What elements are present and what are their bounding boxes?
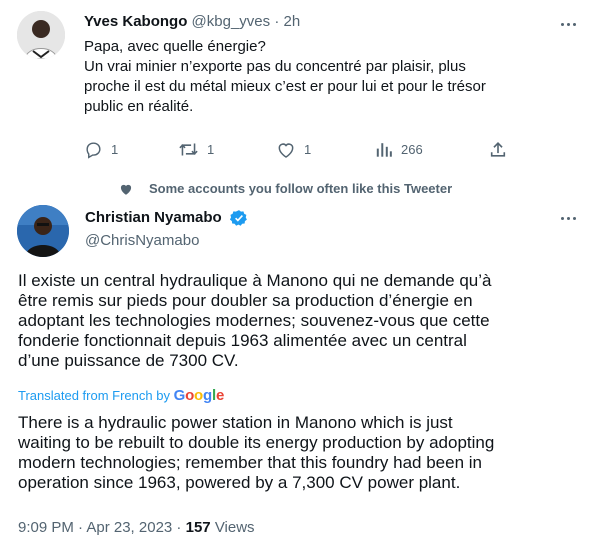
reply-time[interactable]: 2h: [283, 13, 300, 30]
share-button[interactable]: [489, 140, 507, 159]
main-author-name-row: Christian Nyamabo: [85, 209, 248, 227]
like-button[interactable]: 1: [276, 140, 311, 159]
original-text-line: Il existe un central hydraulique à Manon…: [18, 271, 492, 290]
like-icon: [276, 140, 296, 159]
google-logo: Google: [173, 387, 225, 404]
social-context: Some accounts you follow often like this…: [120, 181, 452, 196]
main-tweet-original-text: Il existe un central hydraulique à Manon…: [18, 271, 492, 371]
avatar-image: [17, 205, 69, 257]
share-icon: [489, 140, 507, 159]
main-author-handle[interactable]: @ChrisNyamabo: [85, 232, 199, 249]
reply-text-line: Un vrai minier n’exporte pas du concentr…: [84, 58, 466, 75]
tweet-timestamp[interactable]: 9:09 PM · Apr 23, 2023 ·: [18, 519, 181, 536]
reply-author-handle[interactable]: @kbg_yves: [192, 13, 271, 30]
verified-badge-icon: [229, 209, 248, 227]
translation-attribution: Translated from French by Google: [18, 387, 224, 404]
more-dot: [572, 22, 576, 26]
views-button[interactable]: 266: [375, 140, 423, 159]
avatar-yves-kabongo[interactable]: [17, 11, 65, 59]
more-dot: [566, 22, 570, 26]
avatar-image: [17, 11, 65, 59]
retweet-button[interactable]: 1: [178, 140, 214, 159]
retweet-icon: [178, 140, 199, 159]
reply-tweet-header: Yves Kabongo @kbg_yves · 2h: [84, 13, 300, 30]
translation-label[interactable]: Translated from French by: [18, 388, 170, 403]
translated-text-line: waiting to be rebuilt to double its ener…: [18, 433, 495, 452]
views-icon: [375, 140, 393, 159]
like-count: 1: [304, 142, 312, 157]
more-dot: [572, 216, 576, 220]
original-text-line: être remis sur pieds pour doubler sa pro…: [18, 291, 473, 310]
views-count: 266: [401, 142, 423, 157]
reply-text-line: proche il est du métal mieux c’est er po…: [84, 78, 486, 95]
more-dot: [560, 22, 564, 26]
original-text-line: d’une puissance de 7300 CV.: [18, 351, 239, 370]
original-text-line: adoptant les technologies modernes; souv…: [18, 311, 490, 330]
more-dot: [560, 216, 564, 220]
reply-more-button[interactable]: [558, 14, 578, 34]
main-author-name[interactable]: Christian Nyamabo: [85, 209, 222, 226]
tweet-views-count: 157: [185, 519, 211, 536]
reply-count: 1: [111, 142, 119, 157]
reply-tweet-text: Papa, avec quelle énergie? Un vrai minie…: [84, 37, 486, 117]
original-text-line: fonderie fonctionnait depuis 1963 alimen…: [18, 331, 467, 350]
tweet-meta: 9:09 PM · Apr 23, 2023 · 157 Views: [18, 519, 255, 536]
reply-button[interactable]: 1: [84, 140, 118, 159]
reply-separator: ·: [274, 13, 280, 30]
reply-icon: [84, 140, 103, 159]
reply-author-name[interactable]: Yves Kabongo: [84, 13, 187, 30]
main-tweet-translated-text: There is a hydraulic power station in Ma…: [18, 413, 494, 493]
translated-text-line: operation since 1963, powered by a 7,300…: [18, 473, 461, 492]
avatar-christian-nyamabo[interactable]: [17, 205, 69, 257]
translated-text-line: modern technologies; remember that this …: [18, 453, 482, 472]
more-dot: [566, 216, 570, 220]
translated-text-line: There is a hydraulic power station in Ma…: [18, 413, 453, 432]
retweet-count: 1: [207, 142, 215, 157]
tweet-views-label: Views: [214, 519, 255, 536]
main-more-button[interactable]: [558, 208, 578, 228]
heart-icon: [118, 182, 134, 196]
reply-text-line: public en réalité.: [84, 98, 194, 115]
reply-text-line: Papa, avec quelle énergie?: [84, 38, 266, 55]
social-context-text: Some accounts you follow often like this…: [149, 181, 453, 196]
